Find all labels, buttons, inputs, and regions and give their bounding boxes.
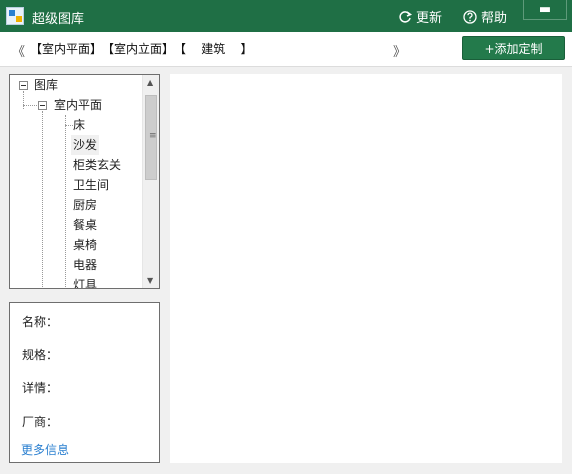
- help-label: 帮助: [481, 11, 508, 26]
- tree-item-label: 电器: [73, 258, 98, 272]
- tree-node-label: 室内平面: [54, 98, 103, 112]
- nav-prev-button[interactable]: 《: [12, 41, 25, 60]
- tab-indoor-elevation[interactable]: 【室内立面】: [102, 40, 174, 57]
- maker-label: 厂商：: [22, 415, 59, 429]
- tree-root-label: 图库: [34, 78, 59, 92]
- tree-item[interactable]: 柜类玄关: [73, 155, 121, 175]
- more-info-link[interactable]: 更多信息: [21, 441, 69, 458]
- refresh-label: 更新: [416, 11, 443, 26]
- collapse-icon[interactable]: [38, 101, 47, 110]
- tree-item-label: 卫生间: [73, 178, 110, 192]
- nav-next-button[interactable]: 》: [393, 41, 406, 60]
- tab-indoor-plan[interactable]: 【室内平面】: [30, 40, 102, 57]
- add-custom-button[interactable]: +添加定制: [462, 36, 565, 60]
- tab-architecture[interactable]: 【 建筑 】: [174, 40, 253, 57]
- scroll-down-icon[interactable]: ▼: [147, 276, 153, 285]
- close-button[interactable]: ▬: [523, 0, 567, 20]
- refresh-button[interactable]: 更新: [398, 7, 442, 26]
- tree-item-label: 桌椅: [73, 238, 98, 252]
- category-tree: 图库 室内平面 床 沙发 柜类玄关 卫生间 厨房 餐桌 桌椅 电器 灯具 ▲ ≡…: [9, 74, 160, 289]
- tree-item[interactable]: 餐桌: [73, 215, 97, 235]
- window-title: 超级图库: [32, 12, 85, 27]
- help-icon: [463, 9, 477, 24]
- tree-scrollbar[interactable]: ▲ ≡ ▼: [142, 75, 159, 288]
- tree-item-label: 灯具: [73, 278, 98, 289]
- name-label: 名称：: [22, 315, 59, 329]
- app-icon: [6, 7, 24, 25]
- tree-item-label: 餐桌: [73, 218, 98, 232]
- tree-item-label: 床: [73, 118, 86, 132]
- tree-item-selected[interactable]: 沙发: [71, 135, 100, 155]
- tree-item[interactable]: 桌椅: [73, 235, 97, 255]
- tree-item-label: 沙发: [73, 138, 98, 152]
- help-button[interactable]: 帮助: [463, 7, 507, 26]
- scroll-thumb[interactable]: ≡: [145, 95, 157, 180]
- category-tabs: 【室内平面】 【室内立面】 【 建筑 】: [30, 40, 253, 57]
- refresh-icon: [399, 10, 412, 23]
- collapse-icon[interactable]: [19, 81, 28, 90]
- tree-item[interactable]: 电器: [73, 255, 97, 275]
- tree-item[interactable]: 灯具: [73, 275, 98, 289]
- close-icon: ▬: [538, 2, 552, 17]
- preview-area[interactable]: [170, 74, 562, 463]
- tree-item-label: 柜类玄关: [73, 158, 122, 172]
- spec-label: 规格：: [22, 348, 59, 362]
- tree-item[interactable]: 卫生间: [73, 175, 109, 195]
- item-info-panel: 名称： 规格： 详情： 厂商： 更多信息: [9, 302, 160, 463]
- tree-item[interactable]: 厨房: [73, 195, 97, 215]
- grip-icon: ≡: [149, 131, 157, 141]
- tree-item[interactable]: 床: [73, 115, 85, 135]
- title-bar: 超级图库 更新 帮助 ▬: [0, 0, 572, 32]
- detail-label: 详情：: [22, 381, 59, 395]
- scroll-up-icon[interactable]: ▲: [147, 78, 153, 87]
- tree-item-label: 厨房: [73, 198, 98, 212]
